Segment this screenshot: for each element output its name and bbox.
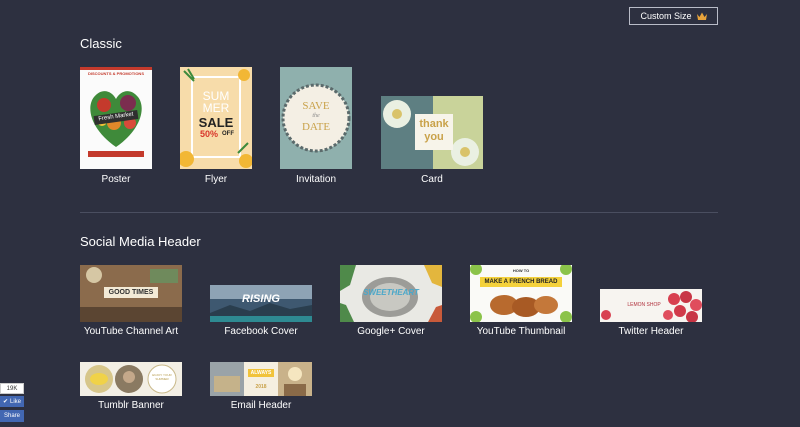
facebook-cover-label: Facebook Cover	[224, 326, 298, 337]
google-plus-cover-thumbnail: SWEETHEART	[340, 265, 442, 322]
section-title-classic: Classic	[80, 36, 122, 51]
template-youtube-thumbnail[interactable]: HOW TO MAKE A FRENCH BREAD YouTube Thumb…	[470, 265, 572, 340]
flyer-text-sale: SALE	[198, 115, 234, 130]
email-header-label: Email Header	[230, 400, 292, 411]
email-header-text-always: ALWAYS	[248, 369, 274, 377]
template-google-plus-cover[interactable]: SWEETHEART Google+ Cover	[340, 265, 442, 340]
youtube-thumbnail-text-main: MAKE A FRENCH BREAD	[480, 277, 562, 287]
facebook-share-button[interactable]: Share	[0, 410, 24, 422]
facebook-share-label: Share	[3, 413, 20, 419]
invitation-text-the: the	[312, 113, 320, 119]
twitter-header-thumbnail: LEMON SHOP	[600, 289, 702, 322]
invitation-thumbnail: SAVE the DATE	[280, 67, 352, 169]
template-twitter-header[interactable]: LEMON SHOP Twitter Header	[600, 289, 702, 340]
poster-thumbnail: DISCOUNTS & PROMOTIONS Fresh Market	[80, 67, 152, 169]
flyer-label: Flyer	[204, 174, 228, 185]
invitation-text-save: SAVE	[302, 100, 330, 112]
youtube-channel-art-label: YouTube Channel Art	[83, 326, 179, 337]
tumblr-banner-thumbnail: ENJOY YOUR SUMMER	[80, 362, 182, 396]
card-label: Card	[421, 174, 443, 185]
invitation-text-date: DATE	[301, 121, 331, 133]
flyer-text-off: OFF	[222, 131, 234, 137]
youtube-thumbnail-text-how: HOW TO	[512, 268, 530, 273]
template-card[interactable]: thank you Card	[381, 96, 483, 189]
youtube-thumbnail-art	[470, 265, 572, 322]
card-text-you: you	[424, 131, 444, 143]
email-header-text-year: 2018	[255, 384, 267, 390]
template-flyer[interactable]: SUM MER SALE 50% OFF Flyer	[180, 67, 252, 189]
flyer-thumbnail: SUM MER SALE 50% OFF	[180, 67, 252, 169]
facebook-cover-thumbnail: RISING	[210, 285, 312, 322]
email-header-art	[210, 362, 312, 396]
custom-size-label: Custom Size	[640, 11, 692, 21]
youtube-thumbnail-label: YouTube Thumbnail	[476, 326, 566, 337]
tumblr-banner-text: ENJOY YOUR SUMMER	[152, 373, 172, 381]
facebook-like-count: 19K	[0, 383, 24, 394]
template-email-header[interactable]: ALWAYS 2018 Email Header	[210, 362, 312, 416]
card-thumbnail: thank you	[381, 96, 483, 169]
template-facebook-cover[interactable]: RISING Facebook Cover	[210, 285, 312, 340]
crown-icon	[696, 12, 707, 20]
template-youtube-channel-art[interactable]: GOOD TIMES YouTube Channel Art	[80, 265, 182, 340]
google-plus-cover-text: SWEETHEART	[363, 288, 419, 297]
email-header-thumbnail: ALWAYS 2018	[210, 362, 312, 396]
google-plus-cover-label: Google+ Cover	[357, 326, 425, 337]
facebook-like-button[interactable]: ✔ Like	[0, 396, 24, 407]
flyer-text-mer: MER	[202, 101, 230, 115]
poster-label: Poster	[101, 174, 131, 185]
youtube-thumbnail-thumbnail: HOW TO MAKE A FRENCH BREAD	[470, 265, 572, 322]
invitation-label: Invitation	[295, 174, 337, 185]
template-invitation[interactable]: SAVE the DATE Invitation	[280, 67, 352, 189]
flyer-text-percent: 50%	[200, 129, 219, 139]
poster-text-top: DISCOUNTS & PROMOTIONS	[87, 71, 144, 76]
thumbs-up-icon: ✔	[2, 399, 8, 405]
card-text-thank: thank	[419, 118, 449, 130]
section-divider	[80, 212, 718, 213]
twitter-header-label: Twitter Header	[618, 326, 684, 337]
template-poster[interactable]: DISCOUNTS & PROMOTIONS Fresh Market Post…	[80, 67, 152, 189]
youtube-channel-art-thumbnail: GOOD TIMES	[80, 265, 182, 322]
template-tumblr-banner[interactable]: ENJOY YOUR SUMMER Tumblr Banner	[80, 362, 182, 416]
tumblr-banner-label: Tumblr Banner	[98, 400, 164, 411]
facebook-like-label: Like	[10, 398, 22, 405]
custom-size-button[interactable]: Custom Size	[629, 7, 718, 25]
section-title-social: Social Media Header	[80, 234, 201, 249]
youtube-channel-art-text: GOOD TIMES	[104, 287, 158, 298]
twitter-header-text: LEMON SHOP	[627, 302, 661, 308]
facebook-cover-text: RISING	[242, 293, 280, 305]
